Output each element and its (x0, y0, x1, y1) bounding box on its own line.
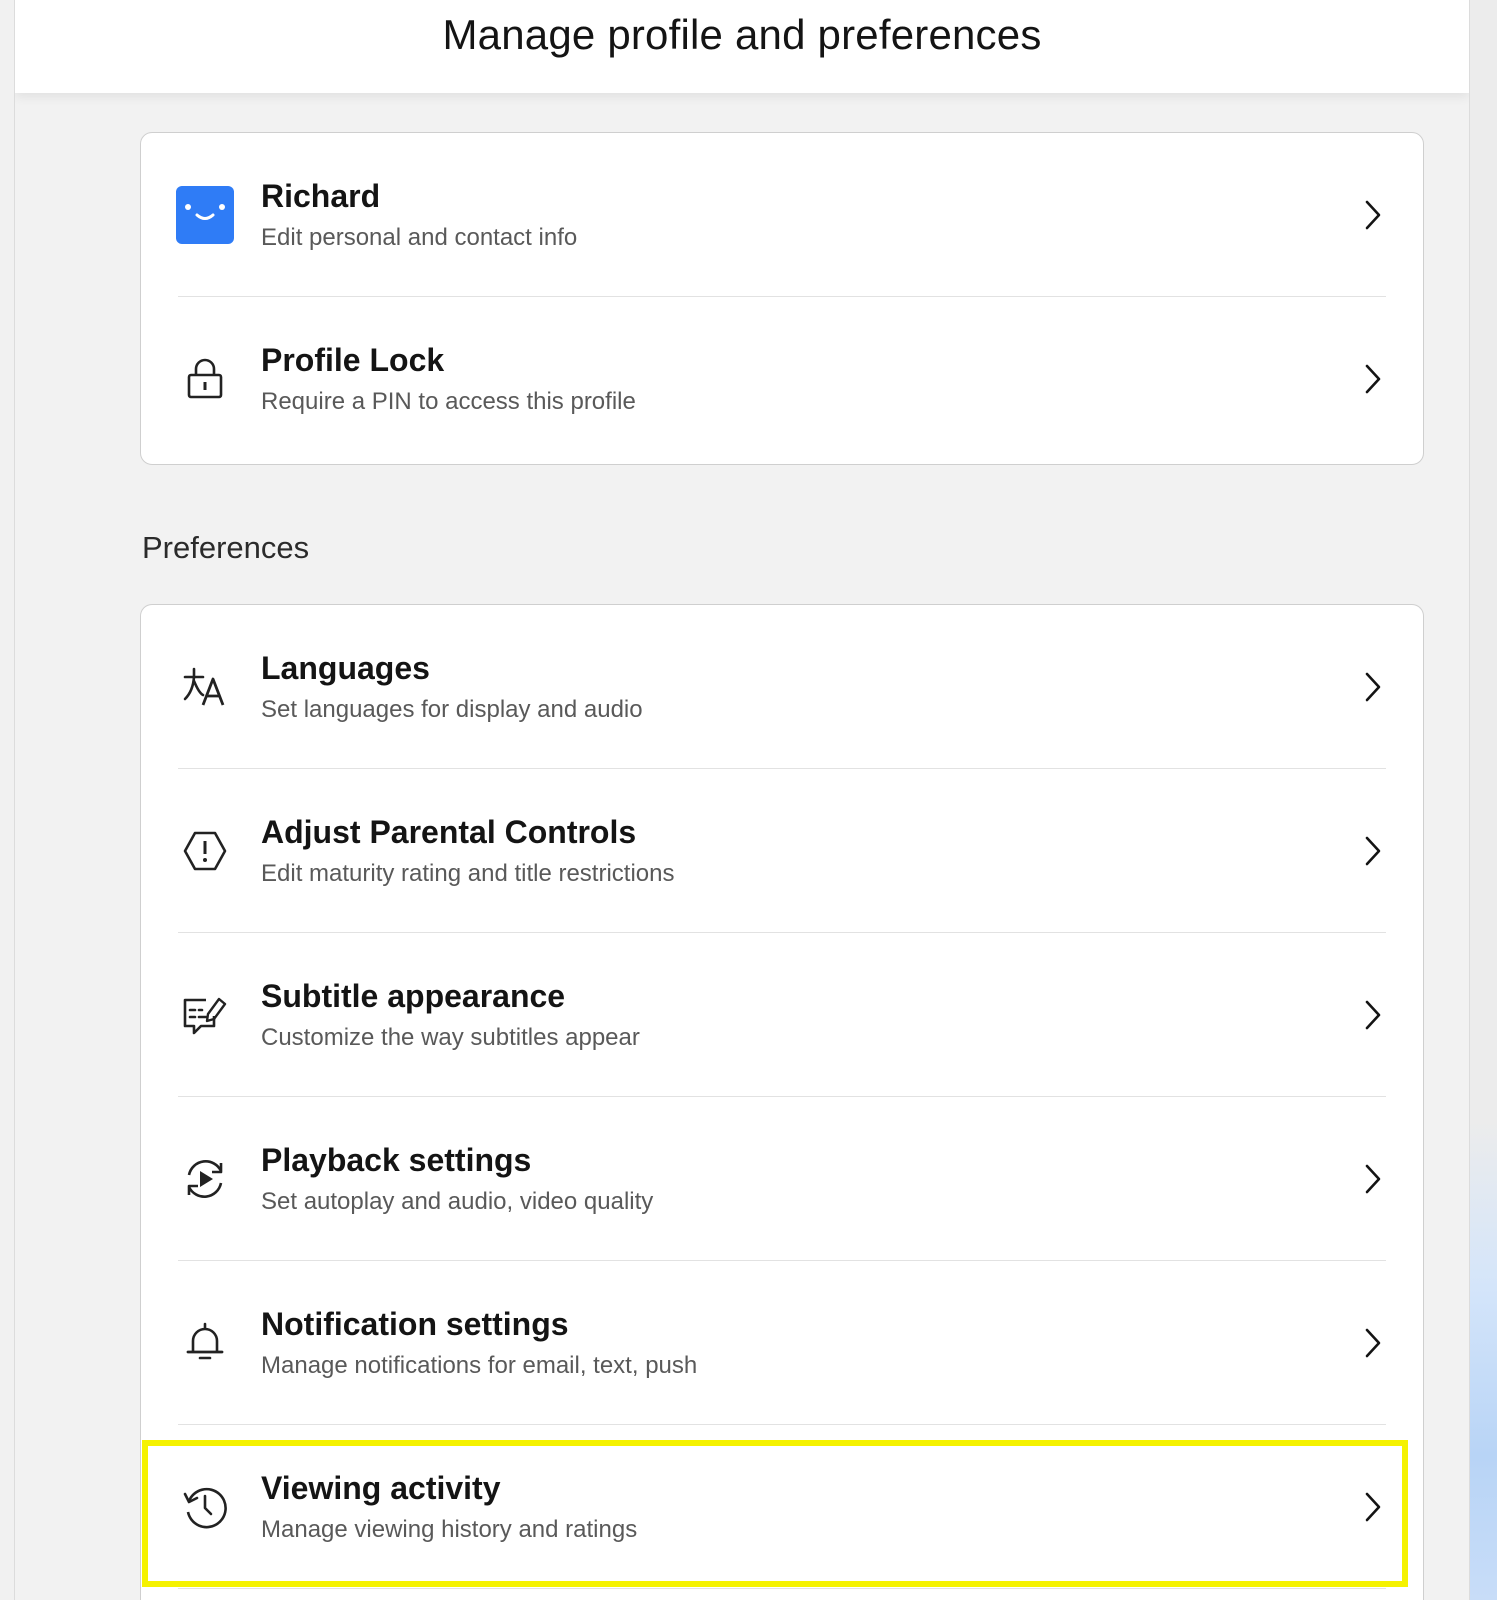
pref-title: Viewing activity (261, 1470, 501, 1506)
row-divider (178, 1587, 1386, 1589)
pref-subtitle: Manage notifications for email, text, pu… (261, 1352, 698, 1379)
chevron-right-icon (1363, 199, 1383, 231)
profile-row-richard[interactable]: Richard Edit personal and contact info (141, 133, 1423, 297)
language-icon (175, 657, 235, 717)
pref-row-text: Playback settings Set autoplay and audio… (261, 1140, 653, 1218)
history-icon (175, 1477, 235, 1537)
profile-name: Richard (261, 178, 381, 214)
pref-row-text: Viewing activity Manage viewing history … (261, 1468, 637, 1546)
lock-icon (175, 349, 235, 409)
pref-row-text: Adjust Parental Controls Edit maturity r… (261, 812, 675, 890)
chevron-right-icon (1363, 1491, 1383, 1523)
chevron-right-icon (1363, 1327, 1383, 1359)
pref-subtitle: Manage viewing history and ratings (261, 1516, 638, 1543)
pref-row-text: Subtitle appearance Customize the way su… (261, 976, 640, 1054)
chevron-right-icon (1363, 1163, 1383, 1195)
pref-row-playback[interactable]: Playback settings Set autoplay and audio… (141, 1097, 1423, 1261)
chevron-right-icon (1363, 835, 1383, 867)
pref-title: Languages (261, 650, 430, 686)
pref-row-text: Notification settings Manage notificatio… (261, 1304, 697, 1382)
pref-row-subtitle-appearance[interactable]: Subtitle appearance Customize the way su… (141, 933, 1423, 1097)
profile-row-text: Profile Lock Require a PIN to access thi… (261, 340, 636, 418)
profile-row-lock[interactable]: Profile Lock Require a PIN to access thi… (141, 297, 1423, 461)
profile-row-subtitle: Edit personal and contact info (261, 224, 578, 251)
profile-avatar-icon (175, 185, 235, 245)
pref-row-text: Languages Set languages for display and … (261, 648, 643, 726)
chevron-right-icon (1363, 671, 1383, 703)
page-header: Manage profile and preferences (15, 0, 1469, 93)
pref-row-languages[interactable]: Languages Set languages for display and … (141, 605, 1423, 769)
pref-title: Adjust Parental Controls (261, 814, 637, 850)
profile-row-text: Richard Edit personal and contact info (261, 176, 577, 254)
background-glow (1470, 1120, 1497, 1600)
pref-title: Playback settings (261, 1142, 532, 1178)
window-edge (1470, 0, 1497, 1600)
page: Manage profile and preferences Richard E… (14, 0, 1470, 1600)
chevron-right-icon (1363, 363, 1383, 395)
parental-controls-icon (175, 821, 235, 881)
pref-row-parental-controls[interactable]: Adjust Parental Controls Edit maturity r… (141, 769, 1423, 933)
profile-lock-subtitle: Require a PIN to access this profile (261, 388, 636, 415)
pref-subtitle: Edit maturity rating and title restricti… (261, 860, 675, 887)
pref-subtitle: Customize the way subtitles appear (261, 1024, 640, 1051)
pref-subtitle: Set autoplay and audio, video quality (261, 1188, 654, 1215)
chevron-right-icon (1363, 999, 1383, 1031)
preferences-card: Languages Set languages for display and … (140, 604, 1424, 1600)
profile-lock-title: Profile Lock (261, 342, 445, 378)
pref-row-notifications[interactable]: Notification settings Manage notificatio… (141, 1261, 1423, 1425)
pref-row-viewing-activity[interactable]: Viewing activity Manage viewing history … (141, 1425, 1423, 1589)
bell-icon (175, 1313, 235, 1373)
profile-card: Richard Edit personal and contact info P… (140, 132, 1424, 465)
pref-title: Subtitle appearance (261, 978, 566, 1014)
subtitle-icon (175, 985, 235, 1045)
playback-icon (175, 1149, 235, 1209)
preferences-heading: Preferences (142, 530, 310, 565)
page-title: Manage profile and preferences (442, 10, 1042, 58)
pref-title: Notification settings (261, 1306, 569, 1342)
pref-subtitle: Set languages for display and audio (261, 696, 643, 723)
